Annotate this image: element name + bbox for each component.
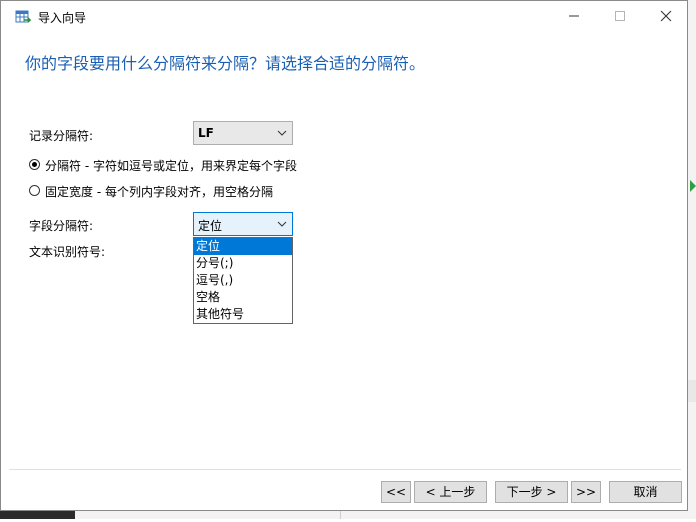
import-wizard-window: 导入向导 你的字段要用什么分隔符来分隔？请选择合适的分隔符。 记录分隔符: LF xyxy=(0,0,688,511)
background-app-edge xyxy=(688,0,696,519)
delimited-label: 分隔符 - 字符如逗号或定位，用来界定每个字段 xyxy=(45,159,297,173)
close-button[interactable] xyxy=(643,1,689,31)
dropdown-option[interactable]: 分号(;) xyxy=(194,255,292,272)
delimited-radio[interactable] xyxy=(29,159,40,170)
field-separator-value: 定位 xyxy=(198,219,223,233)
text-qualifier-label: 文本识别符号: xyxy=(29,245,106,259)
background-app-bottom xyxy=(0,511,696,519)
window-title: 导入向导 xyxy=(38,11,87,25)
minimize-icon xyxy=(569,15,579,17)
chevron-down-icon xyxy=(277,130,287,136)
next-step-button[interactable]: 下一步 > xyxy=(495,481,568,503)
first-step-button[interactable]: << xyxy=(381,481,411,503)
title-bar: 导入向导 xyxy=(1,1,687,33)
field-separator-label: 字段分隔符: xyxy=(29,219,94,233)
field-separator-select[interactable]: 定位 xyxy=(193,212,293,236)
dropdown-option[interactable]: 其他符号 xyxy=(194,306,292,323)
table-import-icon xyxy=(15,9,32,25)
minimize-button[interactable] xyxy=(551,1,597,31)
field-separator-dropdown: 定位 分号(;) 逗号(,) 空格 其他符号 xyxy=(193,237,293,324)
maximize-icon xyxy=(615,11,625,21)
record-separator-select[interactable]: LF xyxy=(193,121,293,145)
background-app-marks xyxy=(688,180,696,402)
previous-step-button[interactable]: < 上一步 xyxy=(414,481,487,503)
fixed-width-label: 固定宽度 - 每个列内字段对齐，用空格分隔 xyxy=(45,185,273,199)
fixed-width-radio[interactable] xyxy=(29,185,40,196)
content-panel xyxy=(9,39,681,470)
chevron-down-icon xyxy=(277,221,287,227)
dropdown-option[interactable]: 逗号(,) xyxy=(194,272,292,289)
last-step-button[interactable]: >> xyxy=(571,481,601,503)
cancel-button[interactable]: 取消 xyxy=(609,481,682,503)
record-separator-value: LF xyxy=(198,126,214,140)
record-separator-label: 记录分隔符: xyxy=(29,129,94,143)
dropdown-option[interactable]: 空格 xyxy=(194,289,292,306)
close-icon xyxy=(660,10,672,22)
maximize-button[interactable] xyxy=(597,1,643,31)
dropdown-option[interactable]: 定位 xyxy=(194,238,292,255)
